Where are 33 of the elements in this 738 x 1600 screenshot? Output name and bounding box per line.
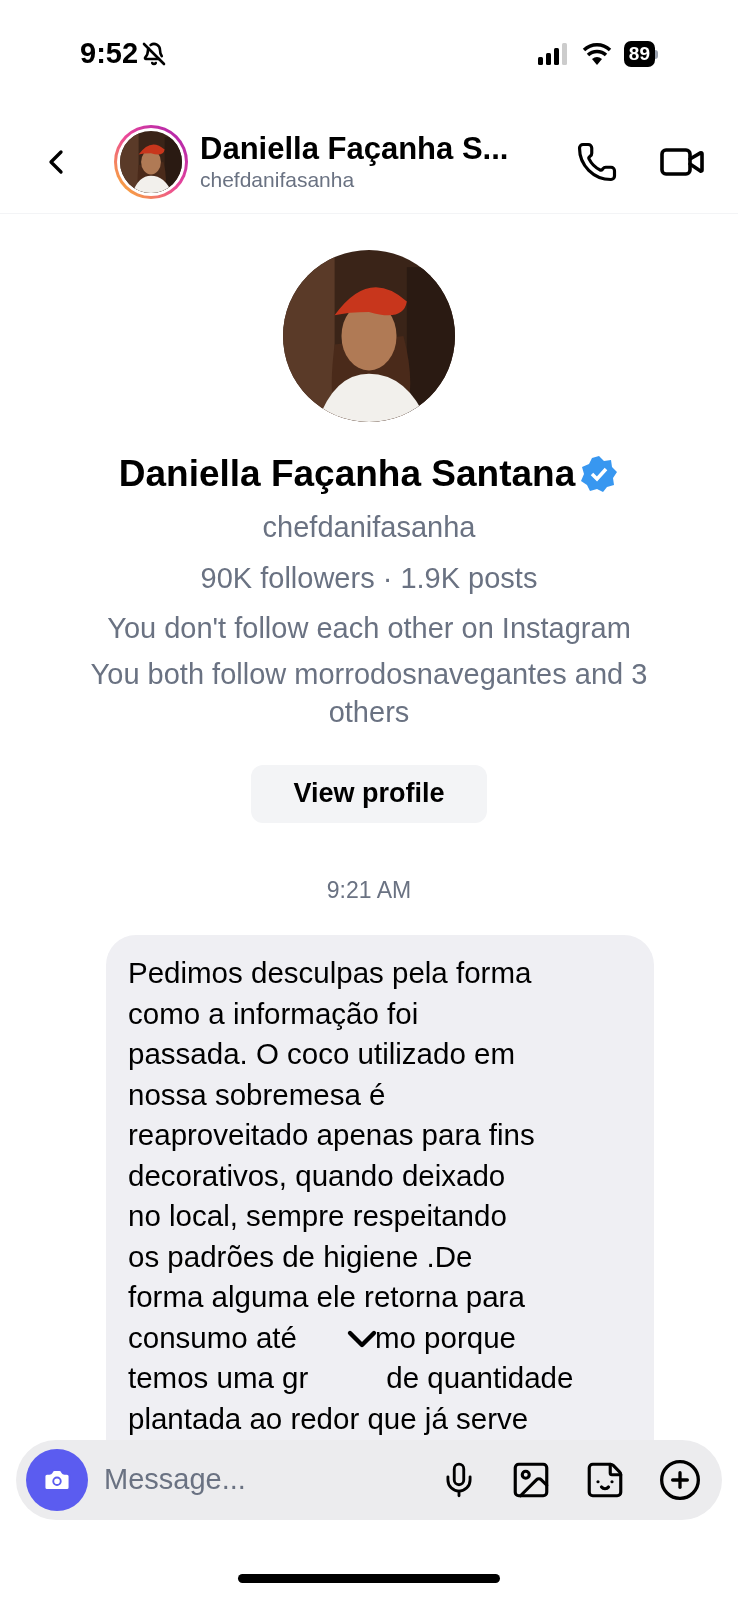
- message-text: como a informação foi: [128, 995, 419, 1032]
- message-text: plantada ao redor que já serve: [128, 1400, 529, 1437]
- message-text: no local, sempre respeitando: [128, 1198, 507, 1234]
- message-text: forma alguma ele retorna para: [128, 1279, 525, 1315]
- message-input[interactable]: Message...: [104, 1458, 440, 1502]
- mutual-info: You don't follow each other on Instagram: [106, 610, 632, 646]
- profile-name: Daniella Façanha Santana: [118, 452, 576, 496]
- message-text: os padrões de higiene .De: [128, 1238, 473, 1275]
- wifi-icon: [581, 43, 612, 65]
- signal-icon: [537, 43, 570, 65]
- contact-name: Daniella Façanha S...: [200, 130, 510, 167]
- message-text: mo porque: [374, 1319, 516, 1356]
- view-profile-button[interactable]: View profile: [251, 764, 487, 823]
- battery-icon: 89: [623, 41, 658, 67]
- message-text: consumo até: [128, 1319, 297, 1356]
- message-text: nossa sobremesa é: [128, 1076, 386, 1113]
- phone-icon[interactable]: [576, 140, 618, 183]
- message-text: reaproveitado apenas para fins: [128, 1117, 535, 1153]
- contact-username: chefdanifasanha: [200, 166, 356, 193]
- bell-off-icon: [142, 42, 167, 66]
- message-text: de quantidade: [386, 1360, 574, 1396]
- message-text: decorativos, quando deixado: [128, 1157, 506, 1194]
- add-icon[interactable]: [658, 1458, 702, 1502]
- clock-time: 9:52: [80, 36, 139, 72]
- message-field[interactable]: Message...: [16, 1440, 722, 1520]
- message-text: passada. O coco utilizado em: [128, 1036, 515, 1072]
- profile-stats: 90K followers · 1.9K posts: [200, 561, 538, 596]
- message-timestamp: 9:21 AM: [326, 875, 412, 905]
- camera-button[interactable]: [26, 1449, 88, 1511]
- mutual-info: You both follow morrodosnavegantes and 3 others: [89, 656, 649, 730]
- message-text: temos uma gr: [128, 1360, 309, 1396]
- message-text: Pedimos desculpas pela forma: [128, 955, 532, 991]
- profile-username: chefdanifasanha: [262, 509, 476, 545]
